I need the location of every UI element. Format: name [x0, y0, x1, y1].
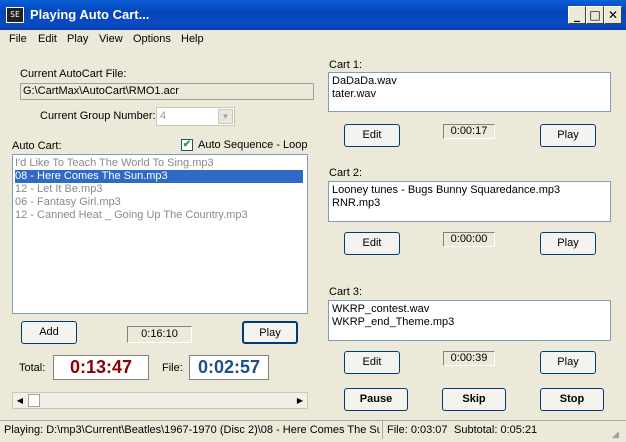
cart3-time: 0:00:39 [443, 351, 495, 366]
list-item[interactable]: tater.wav [332, 88, 607, 101]
list-item-selected[interactable]: 08 - Here Comes The Sun.mp3 [15, 170, 303, 183]
group-number-label: Current Group Number: [40, 110, 156, 122]
cart2-label: Cart 2: [329, 167, 363, 179]
autocart-duration: 0:16:10 [127, 326, 192, 343]
auto-sequence-label[interactable]: Auto Sequence - Loop [198, 139, 307, 151]
auto-cart-label: Auto Cart: [12, 140, 62, 152]
total-label: Total: [19, 362, 46, 374]
menu-bar [0, 30, 626, 50]
group-number-select[interactable]: 4 ▼ [156, 107, 235, 126]
close-button[interactable]: ✕ [604, 6, 622, 24]
cart2-edit-button[interactable]: Edit [344, 232, 400, 255]
list-item[interactable]: WKRP_contest.wav [332, 303, 607, 316]
menu-edit[interactable]: Edit [38, 33, 57, 45]
file-time-label: File: [162, 362, 183, 374]
menu-view[interactable]: View [99, 33, 123, 45]
cart1-list[interactable]: DaDaDa.wav tater.wav [328, 72, 611, 112]
cart1-play-button[interactable]: Play [540, 124, 596, 147]
right-arrow-icon[interactable]: ▶ [294, 394, 306, 407]
status-file: File: 0:03:07 [387, 424, 448, 436]
cart2-time: 0:00:00 [443, 232, 495, 247]
cart3-list[interactable]: WKRP_contest.wav WKRP_end_Theme.mp3 [328, 300, 611, 341]
list-item[interactable]: Looney tunes - Bugs Bunny Squaredance.mp… [332, 184, 607, 197]
autocart-file-path: G:\CartMax\AutoCart\RMO1.acr [20, 83, 314, 100]
status-playing: Playing: D:\mp3\Current\Beatles\1967-197… [4, 424, 380, 436]
skip-button[interactable]: Skip [442, 388, 506, 411]
stop-button[interactable]: Stop [540, 388, 604, 411]
status-subtotal: Subtotal: 0:05:21 [454, 424, 538, 436]
list-item[interactable]: 12 - Let It Be.mp3 [15, 183, 102, 196]
seek-scrollbar[interactable]: ◀ ▶ [12, 392, 308, 409]
auto-sequence-checkbox[interactable]: ✔ [181, 139, 193, 151]
list-item[interactable]: RNR.mp3 [332, 197, 607, 210]
pause-button[interactable]: Pause [344, 388, 408, 411]
file-time: 0:02:57 [189, 355, 269, 380]
total-time: 0:13:47 [53, 355, 149, 380]
cart1-edit-button[interactable]: Edit [344, 124, 400, 147]
list-item[interactable]: 06 - Fantasy Girl.mp3 [15, 196, 121, 209]
app-icon[interactable]: SE [6, 7, 24, 23]
cart3-edit-button[interactable]: Edit [344, 351, 400, 374]
cart3-play-button[interactable]: Play [540, 351, 596, 374]
autocart-file-label: Current AutoCart File: [20, 68, 127, 80]
menu-help[interactable]: Help [181, 33, 204, 45]
menu-play[interactable]: Play [67, 33, 88, 45]
seek-thumb[interactable] [28, 394, 40, 407]
minimize-button[interactable]: _ [568, 6, 586, 24]
list-item[interactable]: WKRP_end_Theme.mp3 [332, 316, 607, 329]
auto-cart-list[interactable]: I'd Like To Teach The World To Sing.mp3 … [12, 154, 308, 314]
window-title: Playing Auto Cart... [30, 7, 150, 22]
chevron-down-icon[interactable]: ▼ [218, 109, 233, 124]
add-button[interactable]: Add [21, 321, 77, 344]
menu-file[interactable]: File [9, 33, 27, 45]
menu-options[interactable]: Options [133, 33, 171, 45]
cart1-time: 0:00:17 [443, 124, 495, 139]
cart1-label: Cart 1: [329, 59, 363, 71]
list-item[interactable]: 12 - Canned Heat _ Going Up The Country.… [15, 209, 248, 222]
list-item[interactable]: I'd Like To Teach The World To Sing.mp3 [15, 157, 214, 170]
maximize-button[interactable]: □ [586, 6, 604, 24]
list-item[interactable]: DaDaDa.wav [332, 75, 607, 88]
cart2-list[interactable]: Looney tunes - Bugs Bunny Squaredance.mp… [328, 181, 611, 222]
cart3-label: Cart 3: [329, 286, 363, 298]
left-arrow-icon[interactable]: ◀ [14, 394, 26, 407]
status-divider [382, 421, 383, 439]
resize-grip-icon[interactable]: ◢ [612, 428, 624, 440]
group-number-value: 4 [160, 110, 167, 122]
cart2-play-button[interactable]: Play [540, 232, 596, 255]
autocart-play-button[interactable]: Play [242, 321, 298, 344]
